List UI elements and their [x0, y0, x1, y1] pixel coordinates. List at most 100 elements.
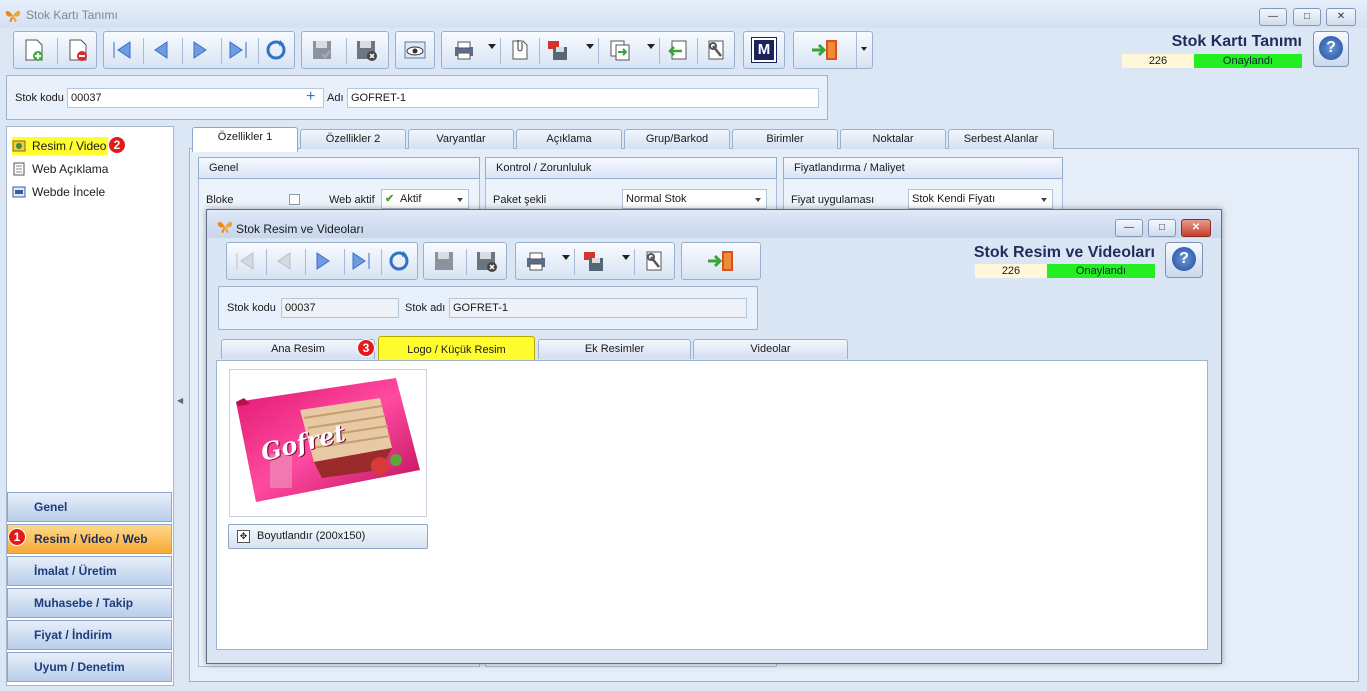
toolbar-m: M: [743, 31, 785, 69]
attachment-icon[interactable]: [508, 38, 532, 62]
next-record-icon[interactable]: [188, 38, 212, 62]
help-button[interactable]: ?: [1313, 31, 1349, 67]
dialog-title: Stok Resim ve Videoları: [236, 222, 364, 236]
nav-muhasebe-takip[interactable]: Muhasebe / Takip: [7, 588, 172, 618]
close-button[interactable]: ✕: [1326, 8, 1356, 26]
toolbar-preview: [395, 31, 435, 69]
nav-genel[interactable]: Genel: [7, 492, 172, 522]
last-record-icon[interactable]: [226, 38, 250, 62]
tab-aciklama[interactable]: Açıklama: [516, 129, 622, 149]
help-icon: ?: [1172, 247, 1196, 271]
previous-record-icon[interactable]: [272, 249, 296, 273]
toolbar-group-save: [301, 31, 389, 69]
dialog-close-button[interactable]: ✕: [1181, 219, 1211, 237]
toolbar-group-navigation: [103, 31, 295, 69]
next-record-icon[interactable]: [311, 249, 335, 273]
butterfly-logo-icon: [217, 221, 233, 233]
print-icon[interactable]: [452, 38, 476, 62]
add-icon[interactable]: +: [306, 88, 315, 106]
paket-select[interactable]: Normal Stok: [622, 189, 767, 209]
stock-code-panel: Stok kodu 00037 + Adı GOFRET-1: [6, 75, 828, 120]
exit-door-icon[interactable]: [810, 38, 840, 62]
import-icon[interactable]: [666, 38, 690, 62]
tab-noktalar[interactable]: Noktalar: [840, 129, 946, 149]
nav-fiyat-indirim[interactable]: Fiyat / İndirim: [7, 620, 172, 650]
dialog-help-button[interactable]: ?: [1165, 242, 1203, 278]
pdf-export-icon[interactable]: [546, 38, 570, 62]
tab-ozellikler-1[interactable]: Özellikler 1: [192, 127, 298, 152]
save-icon[interactable]: [432, 249, 456, 273]
fiyat-uygulama-label: Fiyat uygulaması: [791, 194, 875, 206]
check-icon: ✔: [385, 193, 395, 205]
dialog-tab-content: Gofret ✥ Boyutlandır (200x150): [216, 360, 1208, 650]
maximize-button[interactable]: □: [1293, 8, 1321, 26]
first-record-icon[interactable]: [110, 38, 134, 62]
fiyat-uygulama-select[interactable]: Stok Kendi Fiyatı: [908, 189, 1053, 209]
tab-serbest-alanlar[interactable]: Serbest Alanlar: [948, 129, 1054, 149]
cancel-save-icon[interactable]: [474, 249, 498, 273]
dialog-header-title: Stok Resim ve Videoları: [973, 244, 1155, 261]
last-record-icon[interactable]: [349, 249, 373, 273]
record-number: 226: [1122, 54, 1194, 68]
settings-tool-icon[interactable]: [704, 38, 728, 62]
dialog-toolbar-save: [423, 242, 507, 280]
toolbar-exit: [793, 31, 873, 69]
tab-ozellikler-2[interactable]: Özellikler 2: [300, 129, 406, 149]
dialog-stock-name-input[interactable]: GOFRET-1: [449, 298, 747, 318]
first-record-icon[interactable]: [233, 249, 257, 273]
dialog-toolbar-navigation: [226, 242, 418, 280]
sidebar-item-resim-video[interactable]: Resim / Video: [12, 137, 109, 155]
resize-icon: ✥: [237, 530, 250, 543]
stock-code-input[interactable]: 00037: [67, 88, 324, 108]
hint-badge-3: 3: [357, 339, 375, 357]
resize-button[interactable]: ✥ Boyutlandır (200x150): [228, 524, 428, 549]
group-genel-title: Genel: [198, 157, 480, 179]
left-sidebar: Resim / Video 2 Web Açıklama Webde İncel…: [6, 126, 174, 686]
status-badge: Onaylandı: [1194, 54, 1302, 68]
dialog-minimize-button[interactable]: —: [1115, 219, 1143, 237]
name-input[interactable]: GOFRET-1: [347, 88, 819, 108]
dialog-stock-code-label: Stok kodu: [227, 302, 276, 314]
sidebar-item-webde-incele[interactable]: Webde İncele: [12, 183, 105, 201]
dialog-tab-ek-resimler[interactable]: Ek Resimler: [538, 339, 691, 359]
tab-varyantlar[interactable]: Varyantlar: [408, 129, 514, 149]
product-image[interactable]: Gofret: [229, 369, 427, 517]
tab-birimler[interactable]: Birimler: [732, 129, 838, 149]
new-document-icon[interactable]: [22, 38, 46, 62]
minimize-button[interactable]: —: [1259, 8, 1287, 26]
exit-door-icon[interactable]: [706, 249, 736, 273]
splitter-handle[interactable]: ◀: [176, 126, 184, 686]
delete-document-icon[interactable]: [66, 38, 90, 62]
dialog-record-number: 226: [975, 264, 1047, 278]
nav-resim-video-web[interactable]: Resim / Video / Web: [7, 524, 172, 554]
refresh-icon[interactable]: [387, 249, 411, 273]
dialog-tab-logo-kucuk-resim[interactable]: Logo / Küçük Resim: [378, 336, 535, 361]
dialog-toolbar-print: [515, 242, 675, 280]
settings-tool-icon[interactable]: [642, 249, 666, 273]
dialog-toolbar-exit: [681, 242, 761, 280]
cancel-save-icon[interactable]: [354, 38, 378, 62]
main-title-bar: Stok Kartı Tanımı — □ ✕: [0, 0, 1367, 28]
dialog-maximize-button[interactable]: □: [1148, 219, 1176, 237]
web-aktif-select[interactable]: ✔ Aktif: [381, 189, 469, 209]
dialog-status-badge: Onaylandı: [1047, 264, 1155, 278]
refresh-icon[interactable]: [264, 38, 288, 62]
dialog-stock-code-input[interactable]: 00037: [281, 298, 399, 318]
tab-grup-barkod[interactable]: Grup/Barkod: [624, 129, 730, 149]
toolbar-group-new-delete: [13, 31, 97, 69]
preview-eye-icon[interactable]: [403, 38, 427, 62]
save-icon[interactable]: [310, 38, 334, 62]
group-kontrol-title: Kontrol / Zorunluluk: [485, 157, 777, 179]
copy-export-icon[interactable]: [608, 38, 632, 62]
m-button[interactable]: M: [751, 37, 777, 63]
document-icon: [13, 162, 25, 176]
bloke-checkbox[interactable]: [289, 194, 300, 205]
pdf-export-icon[interactable]: [582, 249, 606, 273]
nav-imalat-uretim[interactable]: İmalat / Üretim: [7, 556, 172, 586]
previous-record-icon[interactable]: [149, 38, 173, 62]
nav-uyum-denetim[interactable]: Uyum / Denetim: [7, 652, 172, 682]
dialog-tab-ana-resim[interactable]: Ana Resim: [221, 339, 375, 359]
print-icon[interactable]: [524, 249, 548, 273]
dialog-tab-videolar[interactable]: Videolar: [693, 339, 848, 359]
sidebar-item-web-aciklama[interactable]: Web Açıklama: [12, 160, 108, 178]
